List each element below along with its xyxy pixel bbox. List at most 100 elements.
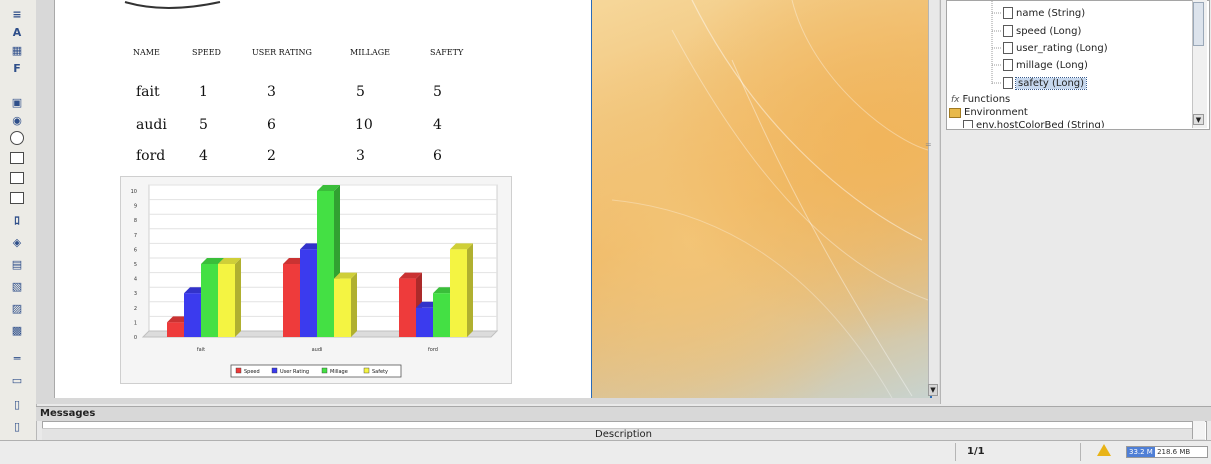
y-tick-label: 7 (134, 233, 137, 239)
list-tool-icon[interactable]: ▤ (9, 256, 25, 272)
y-tick-label: 4 (134, 277, 137, 283)
tree-field-item[interactable]: user_rating (Long) (1003, 42, 1108, 54)
break-tool-icon[interactable]: ▭ (9, 372, 25, 388)
y-tick-label: 1 (134, 320, 137, 326)
status-bar (0, 440, 1211, 464)
bar (300, 249, 317, 337)
bar-side (235, 258, 241, 337)
frame-tool-icon[interactable] (9, 170, 25, 186)
legend-swatch (271, 367, 278, 374)
y-tick-label: 9 (134, 204, 137, 210)
tree-field-item[interactable]: name (String) (1003, 7, 1085, 19)
tree-field-label: user_rating (Long) (1016, 42, 1108, 54)
y-tick-label: 3 (134, 291, 137, 297)
document-icon (963, 120, 973, 128)
legend-label: Speed (244, 369, 260, 375)
tree-field-label: millage (Long) (1016, 59, 1088, 71)
bar-side (351, 272, 357, 337)
row-user-rating: 3 (267, 84, 276, 100)
tree-field-label: safety (Long) (1014, 76, 1088, 90)
messages-panel-title: Messages (36, 406, 1211, 421)
y-tick-label: 0 (134, 335, 137, 341)
line-tool-icon[interactable]: ═ (9, 350, 25, 366)
status-separator (955, 443, 956, 461)
y-tick-label: 10 (131, 189, 137, 195)
column-tool-icon[interactable]: ▯ (9, 418, 25, 434)
crosstab-tool-icon[interactable] (9, 190, 25, 206)
bar (317, 191, 334, 337)
fields-tree[interactable]: name (String) speed (Long) user_rating (… (946, 0, 1210, 130)
subreport-tool-icon[interactable]: ◈ (9, 234, 25, 250)
bar (184, 293, 201, 337)
chart-tool-icon[interactable]: ◉ (9, 112, 25, 128)
messages-corner (1192, 421, 1205, 439)
x-tick-label: audi (312, 347, 323, 353)
row-safety: 5 (433, 84, 442, 100)
bar-side (467, 243, 473, 337)
static-text-tool-icon[interactable]: ▦ (9, 42, 25, 58)
bar (433, 293, 450, 337)
tree-field-item[interactable]: millage (Long) (1003, 59, 1088, 71)
canvas-vertical-scrollbar[interactable] (928, 0, 939, 396)
document-icon (1003, 25, 1013, 37)
row-name: audi (136, 117, 167, 133)
date-tool-icon[interactable]: ▩ (9, 322, 25, 338)
memory-indicator[interactable]: 33.2 M 218.6 MB (1126, 446, 1208, 458)
tree-environment-node[interactable]: Environment (949, 107, 1028, 118)
legend-swatch (321, 367, 328, 374)
row-user-rating: 2 (267, 148, 276, 164)
warning-icon[interactable] (1097, 444, 1111, 456)
bar-chart[interactable]: 0 1 2 3 4 5 6 7 8 9 10 fait audi ford Speed User Rating… (120, 176, 512, 384)
tree-functions-node[interactable]: fx Functions (951, 94, 1010, 105)
row-speed: 1 (199, 84, 208, 100)
y-tick-label: 2 (134, 306, 137, 312)
tree-field-item-selected[interactable]: safety (Long) (1003, 76, 1088, 90)
page-number-tool-icon[interactable]: ▧ (9, 278, 25, 294)
text-field-tool-icon[interactable]: A (9, 24, 25, 40)
rectangle-tool-icon[interactable] (9, 150, 25, 166)
row-name: fait (136, 84, 160, 100)
bar (218, 264, 235, 337)
tree-environment-label: Environment (964, 107, 1028, 118)
row-millage: 5 (356, 84, 365, 100)
legend-swatch (363, 367, 370, 374)
splitter-grip[interactable]: = (925, 140, 932, 149)
tree-field-label: speed (Long) (1016, 25, 1082, 37)
bar (167, 322, 184, 337)
y-tick-label: 6 (134, 247, 137, 253)
tree-scroll-down-icon[interactable]: ▼ (1193, 114, 1204, 125)
chart-canvas: 0 1 2 3 4 5 6 7 8 9 10 fait audi ford Speed User Rating… (131, 184, 499, 378)
document-icon (1003, 7, 1013, 19)
bar (334, 278, 351, 337)
row-user-rating: 6 (267, 117, 276, 133)
document-icon (1003, 42, 1013, 54)
tree-scrollbar-thumb[interactable] (1193, 2, 1204, 46)
ellipse-tool-icon[interactable] (9, 130, 25, 146)
legend-label: Safety (372, 369, 388, 375)
scroll-down-arrow-icon[interactable]: ▼ (928, 384, 938, 396)
row-safety: 6 (433, 148, 442, 164)
folder-icon (949, 107, 961, 118)
header-speed: SPEED (192, 48, 221, 57)
page-tool-icon[interactable]: ▯ (9, 396, 25, 412)
page-indicator: 1/1 (967, 446, 985, 457)
barcode-tool-icon[interactable]: ﾛ (9, 212, 25, 228)
bar (450, 249, 467, 337)
image-tool-icon[interactable]: ▣ (9, 94, 25, 110)
header-millage: MILLAGE (350, 48, 390, 57)
background-image (592, 0, 932, 398)
field-tool-icon[interactable]: F (9, 60, 25, 76)
palette-toolbar: ≡ A ▦ F ▣ ◉ ﾛ ◈ ▤ ▧ ▨ ▩ ═ ▭ ▯ ▯ (0, 0, 37, 440)
logo-arc (124, 1, 221, 9)
tree-env-child-label: env.hostColorBed (String) (976, 120, 1105, 128)
select-tool-icon[interactable]: ≡ (9, 6, 25, 22)
y-tick-label: 8 (134, 218, 137, 224)
row-millage: 10 (355, 117, 373, 133)
row-name: ford (136, 148, 166, 164)
header-safety: SAFETY (430, 48, 464, 57)
function-icon: fx (951, 94, 960, 105)
tree-field-item[interactable]: speed (Long) (1003, 25, 1081, 37)
tree-env-child[interactable]: env.hostColorBed (String) (963, 120, 1105, 128)
bar (416, 307, 433, 337)
total-pages-tool-icon[interactable]: ▨ (9, 300, 25, 316)
